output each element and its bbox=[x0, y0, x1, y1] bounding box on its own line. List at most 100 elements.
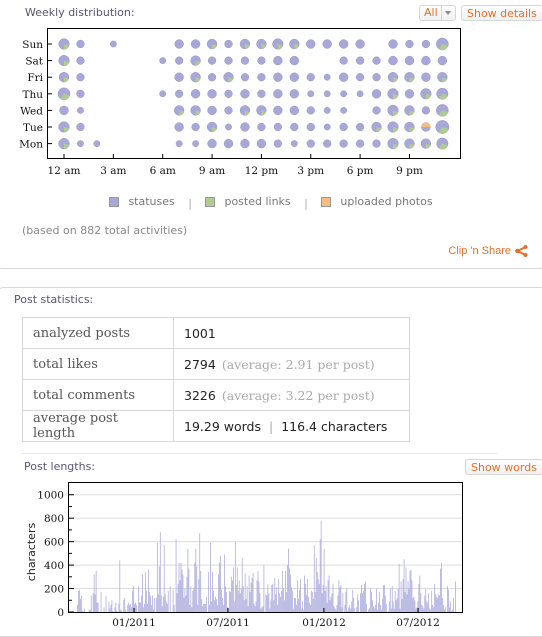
bubble-mark bbox=[372, 106, 381, 115]
weekly-legend: statuses | posted links | uploaded photo… bbox=[0, 195, 542, 210]
bar-mark bbox=[430, 609, 432, 612]
bar-mark bbox=[116, 610, 118, 612]
bar-mark bbox=[273, 600, 275, 612]
bubble-statuses bbox=[339, 139, 348, 148]
bar-mark bbox=[178, 562, 180, 612]
bubble-statuses bbox=[224, 106, 233, 115]
bubble-statuses bbox=[240, 89, 250, 99]
bubble-statuses bbox=[340, 107, 348, 114]
bubble-mark bbox=[257, 122, 266, 132]
bar-mark bbox=[160, 595, 162, 612]
bar-mark bbox=[169, 586, 171, 612]
bubble-statuses bbox=[355, 39, 365, 49]
bubble-mark bbox=[338, 39, 349, 49]
bar-mark bbox=[333, 606, 335, 612]
bar-mark bbox=[371, 592, 372, 612]
bar-mark bbox=[190, 586, 192, 612]
bubble-statuses bbox=[77, 140, 84, 148]
y-tick-label: Tue bbox=[23, 122, 43, 134]
bar-mark bbox=[321, 593, 323, 612]
bar-mark bbox=[196, 566, 198, 612]
clip-n-share-link[interactable]: Clip 'n Share bbox=[448, 245, 528, 257]
bar-mark bbox=[357, 594, 359, 612]
bubble-mark bbox=[339, 56, 348, 65]
bubble-statuses bbox=[174, 72, 184, 82]
bar-mark bbox=[329, 600, 331, 612]
bar-mark bbox=[366, 603, 367, 612]
bar-mark bbox=[179, 580, 181, 612]
bubble-mark bbox=[404, 105, 415, 116]
bar-mark bbox=[276, 587, 278, 612]
bubble-statuses bbox=[192, 140, 200, 148]
bar-mark bbox=[152, 595, 153, 612]
bubble-mark bbox=[436, 104, 449, 117]
bar-mark bbox=[443, 604, 444, 612]
bar-mark bbox=[421, 604, 423, 612]
bar-mark bbox=[211, 601, 212, 612]
bubble-mark bbox=[223, 138, 234, 149]
bar-mark bbox=[349, 604, 351, 612]
bar-mark bbox=[449, 607, 450, 612]
bar-mark bbox=[409, 570, 411, 612]
bar-mark bbox=[424, 595, 426, 612]
stat-label: total comments bbox=[22, 379, 174, 411]
bar-mark bbox=[363, 590, 364, 612]
bar-mark bbox=[346, 588, 348, 612]
bubble-mark bbox=[174, 105, 185, 116]
bubble-mark bbox=[77, 140, 84, 148]
bar-mark bbox=[397, 588, 399, 612]
bar-mark bbox=[377, 609, 378, 612]
bar-mark bbox=[161, 606, 163, 612]
x-tick-label: 12 pm bbox=[245, 165, 278, 177]
bar-mark bbox=[345, 592, 347, 612]
bar-mark bbox=[195, 548, 197, 612]
bubble-mark bbox=[224, 106, 233, 115]
bar-mark bbox=[226, 592, 227, 612]
bar-mark bbox=[396, 597, 398, 612]
y-tick-label: Thu bbox=[22, 89, 43, 101]
bubble-mark bbox=[76, 39, 85, 49]
bar-mark bbox=[206, 596, 208, 612]
bar-mark bbox=[389, 588, 391, 612]
bar-mark bbox=[89, 609, 91, 612]
bubble-mark bbox=[224, 39, 233, 49]
bar-mark bbox=[241, 558, 243, 612]
bar-mark bbox=[150, 595, 151, 612]
bar-mark bbox=[399, 608, 401, 612]
bar-mark bbox=[148, 569, 149, 612]
bubble-mark bbox=[306, 122, 315, 132]
table-row: total comments 3226 (average: 3.22 per po… bbox=[22, 379, 410, 411]
stat-value-cell: 3226 (average: 3.22 per post) bbox=[173, 379, 410, 411]
bubble-mark bbox=[272, 38, 284, 50]
bar-mark bbox=[304, 575, 305, 612]
bar-mark bbox=[380, 609, 382, 612]
bubble-mark bbox=[289, 89, 299, 99]
bubble-mark bbox=[356, 90, 364, 98]
bubble-mark bbox=[405, 39, 414, 49]
bar-mark bbox=[197, 604, 199, 612]
bubble-mark bbox=[58, 121, 70, 133]
bar-mark bbox=[350, 608, 352, 612]
bar-mark bbox=[368, 609, 369, 612]
bubble-statuses bbox=[289, 105, 299, 116]
bar-mark bbox=[110, 604, 112, 612]
bubble-mark bbox=[207, 105, 217, 116]
bubble-mark bbox=[388, 39, 398, 49]
bar-mark bbox=[165, 601, 167, 612]
bubble-mark bbox=[420, 138, 432, 149]
bar-mark bbox=[205, 603, 207, 612]
bubble-mark bbox=[206, 38, 218, 50]
bubble-mark bbox=[223, 72, 234, 83]
bar-mark bbox=[77, 604, 78, 612]
bar-mark bbox=[203, 603, 205, 612]
bubble-mark bbox=[421, 55, 431, 66]
bubble-statuses bbox=[273, 105, 283, 116]
section-divider bbox=[22, 453, 497, 454]
bar-mark bbox=[375, 604, 376, 612]
bar-mark bbox=[221, 589, 222, 612]
bar-mark bbox=[306, 579, 308, 612]
bubble-mark bbox=[323, 90, 331, 98]
bubble-mark bbox=[190, 89, 201, 99]
bar-mark bbox=[177, 583, 179, 612]
bar-mark bbox=[185, 595, 187, 612]
